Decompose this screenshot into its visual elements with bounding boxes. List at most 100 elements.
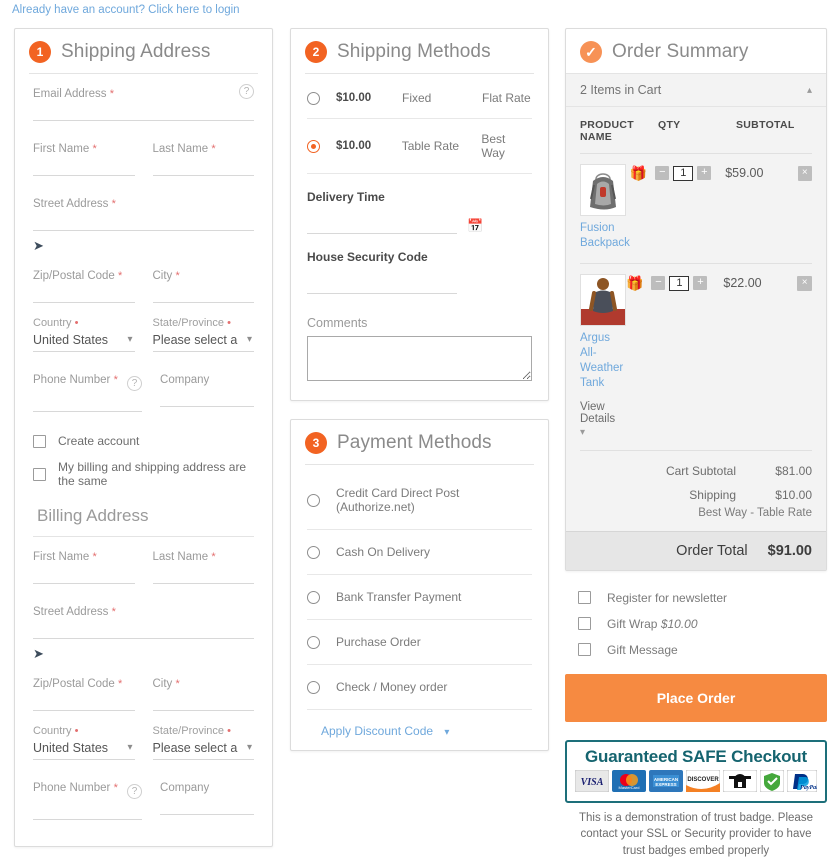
gift-message-row[interactable]: Gift Message bbox=[578, 643, 827, 657]
gift-icon[interactable]: 🎁 bbox=[630, 166, 647, 180]
city-input[interactable] bbox=[153, 289, 255, 303]
apply-discount-row[interactable]: Apply Discount Code ▾ bbox=[307, 710, 532, 744]
order-total-label: Order Total bbox=[580, 543, 768, 559]
payment-option-radio[interactable] bbox=[307, 636, 320, 649]
payment-option-radio[interactable] bbox=[307, 591, 320, 604]
create-account-checkbox[interactable] bbox=[33, 435, 46, 448]
country-select[interactable]: United States bbox=[33, 332, 135, 352]
gift-wrap-row[interactable]: Gift Wrap $10.00 bbox=[578, 617, 827, 631]
table-row: Argus All-Weather Tank View Details ▾ 🎁 … bbox=[580, 264, 812, 451]
house-security-code-input[interactable] bbox=[307, 280, 457, 294]
billing-first-name-label: First Name * bbox=[33, 551, 135, 563]
same-address-checkbox[interactable] bbox=[33, 468, 46, 481]
qty-value[interactable]: 1 bbox=[669, 276, 689, 291]
billing-city-input[interactable] bbox=[153, 697, 255, 711]
trust-badge-logos: VISA MasterCard AMERICANEXPRESS DISCOVER bbox=[575, 770, 817, 795]
billing-zip-input[interactable] bbox=[33, 697, 135, 711]
gift-icon[interactable]: 🎁 bbox=[626, 276, 643, 290]
comments-textarea[interactable] bbox=[307, 336, 532, 381]
qty-cell: 🎁 − 1 + bbox=[630, 164, 725, 251]
payment-option-row[interactable]: Cash On Delivery bbox=[307, 530, 532, 575]
delivery-time-input[interactable] bbox=[307, 220, 457, 234]
items-in-cart-toggle[interactable]: 2 Items in Cart ▴ bbox=[566, 73, 826, 107]
help-icon[interactable]: ? bbox=[127, 784, 142, 799]
divider bbox=[33, 536, 254, 537]
trust-badge-note: This is a demonstration of trust badge. … bbox=[565, 810, 827, 860]
qty-decrease-button[interactable]: − bbox=[651, 276, 665, 290]
shipping-description: Best Way - Table Rate bbox=[580, 507, 812, 525]
state-select[interactable]: Please select a region, state or provinc… bbox=[153, 332, 255, 352]
billing-country-select[interactable]: United States bbox=[33, 740, 135, 760]
first-name-field-group: First Name * bbox=[33, 143, 135, 176]
payment-option-radio[interactable] bbox=[307, 494, 320, 507]
qty-cell: 🎁 − 1 + bbox=[626, 274, 723, 438]
payment-option-row[interactable]: Credit Card Direct Post (Authorize.net) bbox=[307, 471, 532, 530]
remove-item-button[interactable]: × bbox=[798, 166, 812, 181]
svg-text:MasterCard: MasterCard bbox=[619, 785, 640, 790]
order-total-value: $91.00 bbox=[768, 543, 812, 559]
order-options: Register for newsletter Gift Wrap $10.00… bbox=[565, 591, 827, 657]
billing-phone-input[interactable] bbox=[33, 806, 142, 820]
amex-icon: AMERICANEXPRESS bbox=[649, 770, 683, 795]
place-order-button[interactable]: Place Order bbox=[565, 674, 827, 722]
zip-input[interactable] bbox=[33, 289, 135, 303]
qty-decrease-button[interactable]: − bbox=[655, 166, 669, 180]
login-prompt: Already have an account? Click here to l… bbox=[12, 4, 240, 16]
help-icon[interactable]: ? bbox=[239, 84, 254, 99]
register-newsletter-checkbox[interactable] bbox=[578, 591, 591, 604]
create-account-row[interactable]: Create account bbox=[33, 434, 254, 448]
same-address-row[interactable]: My billing and shipping address are the … bbox=[33, 460, 254, 488]
zip-label: Zip/Postal Code * bbox=[33, 270, 135, 282]
paypal-icon: PayPal bbox=[787, 770, 817, 795]
paper-plane-icon[interactable]: ➤ bbox=[33, 647, 254, 660]
company-input[interactable] bbox=[160, 393, 254, 407]
shipping-option-radio[interactable] bbox=[307, 92, 320, 105]
product-thumbnail-tank[interactable] bbox=[580, 274, 626, 326]
shipping-option-row[interactable]: $10.00 Fixed Flat Rate bbox=[307, 78, 532, 119]
billing-company-input[interactable] bbox=[160, 801, 254, 815]
billing-first-name-input[interactable] bbox=[33, 570, 135, 584]
payment-option-radio[interactable] bbox=[307, 546, 320, 559]
product-thumbnail-backpack[interactable] bbox=[580, 164, 626, 216]
view-details-toggle[interactable]: View Details ▾ bbox=[580, 401, 626, 438]
gift-wrap-checkbox[interactable] bbox=[578, 617, 591, 630]
qty-value[interactable]: 1 bbox=[673, 166, 693, 181]
shipping-option-method: Best Way bbox=[481, 132, 532, 160]
apply-discount-code-link[interactable]: Apply Discount Code bbox=[321, 724, 433, 738]
cart-subtotal-row: Cart Subtotal $81.00 bbox=[580, 459, 812, 483]
order-table-header: PRODUCT NAME QTY SUBTOTAL bbox=[580, 107, 812, 154]
trust-badge: Guaranteed SAFE Checkout VISA MasterCard… bbox=[565, 740, 827, 860]
phone-input[interactable] bbox=[33, 398, 142, 412]
help-icon[interactable]: ? bbox=[127, 376, 142, 391]
trust-badge-box: Guaranteed SAFE Checkout VISA MasterCard… bbox=[565, 740, 827, 803]
email-input[interactable] bbox=[33, 107, 254, 121]
svg-text:VISA: VISA bbox=[581, 777, 604, 788]
billing-last-name-input[interactable] bbox=[153, 570, 255, 584]
payment-option-row[interactable]: Bank Transfer Payment bbox=[307, 575, 532, 620]
payment-option-radio[interactable] bbox=[307, 681, 320, 694]
payment-option-row[interactable]: Check / Money order bbox=[307, 665, 532, 710]
paper-plane-icon[interactable]: ➤ bbox=[33, 239, 254, 252]
gift-message-checkbox[interactable] bbox=[578, 643, 591, 656]
billing-street-input[interactable] bbox=[33, 625, 254, 639]
view-details-label: View Details bbox=[580, 401, 615, 425]
chevron-down-icon: ▾ bbox=[580, 427, 626, 438]
payment-option-row[interactable]: Purchase Order bbox=[307, 620, 532, 665]
product-name-link[interactable]: Fusion Backpack bbox=[580, 221, 630, 251]
remove-item-button[interactable]: × bbox=[797, 276, 812, 291]
billing-state-select[interactable]: Please select a region, state or provinc… bbox=[153, 740, 255, 760]
payment-methods-body: Credit Card Direct Post (Authorize.net) … bbox=[291, 465, 548, 750]
calendar-icon[interactable]: 📅 bbox=[467, 219, 483, 232]
shipping-option-row[interactable]: $10.00 Table Rate Best Way bbox=[307, 119, 532, 174]
qty-increase-button[interactable]: + bbox=[693, 276, 707, 290]
last-name-input[interactable] bbox=[153, 162, 255, 176]
product-name-link[interactable]: Argus All-Weather Tank bbox=[580, 331, 626, 391]
shipping-option-radio-selected[interactable] bbox=[307, 140, 320, 153]
qty-increase-button[interactable]: + bbox=[697, 166, 711, 180]
login-link[interactable]: Already have an account? Click here to l… bbox=[12, 4, 240, 16]
register-newsletter-row[interactable]: Register for newsletter bbox=[578, 591, 827, 605]
first-name-input[interactable] bbox=[33, 162, 135, 176]
street-input[interactable] bbox=[33, 217, 254, 231]
product-cell: Argus All-Weather Tank View Details ▾ bbox=[580, 274, 626, 438]
last-name-label: Last Name * bbox=[153, 143, 255, 155]
